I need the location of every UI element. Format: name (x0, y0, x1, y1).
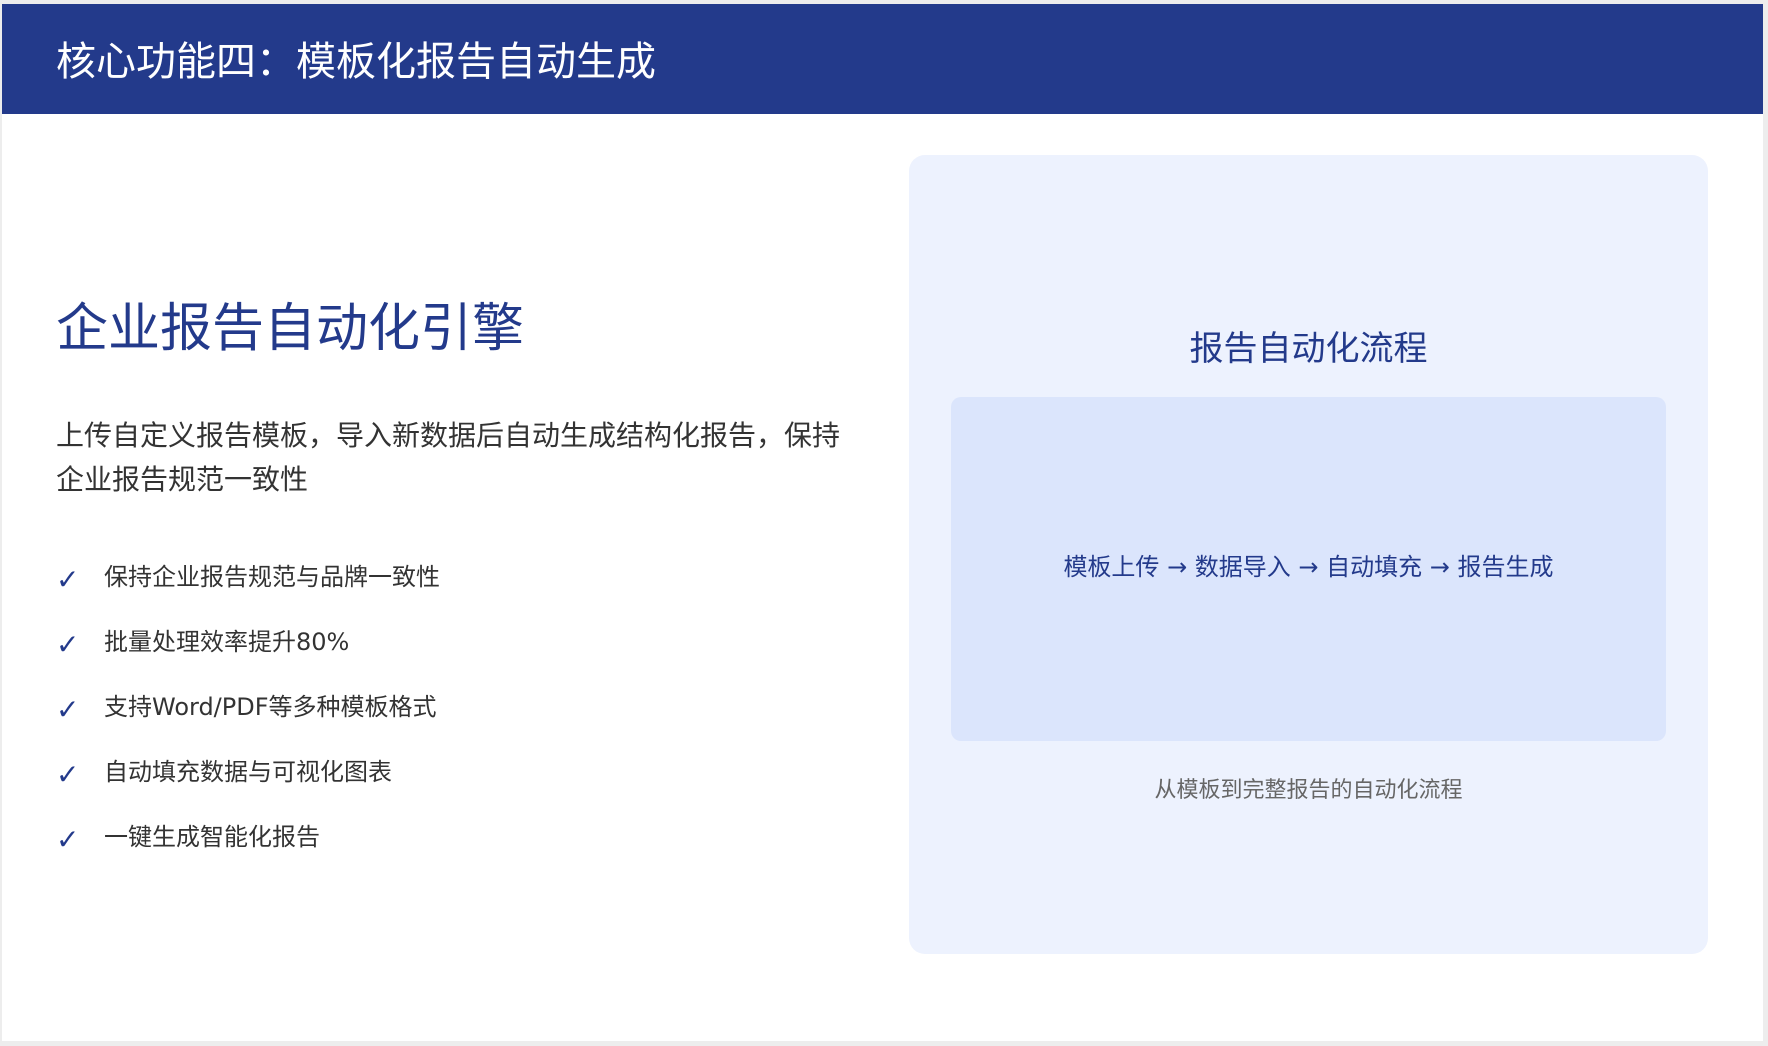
feature-text: 自动填充数据与可视化图表 (104, 757, 392, 786)
feature-list: ✓ 保持企业报告规范与品牌一致性 ✓ 批量处理效率提升80% ✓ 支持Word/… (56, 544, 440, 869)
header-title: 核心功能四：模板化报告自动生成 (56, 39, 656, 85)
flow-diagram-box: 模板上传 → 数据导入 → 自动填充 → 报告生成 (951, 397, 1666, 741)
feature-item: ✓ 批量处理效率提升80% (56, 609, 440, 674)
feature-text: 一键生成智能化报告 (104, 822, 320, 851)
workflow-panel: 报告自动化流程 模板上传 → 数据导入 → 自动填充 → 报告生成 从模板到完整… (909, 155, 1708, 954)
feature-text: 保持企业报告规范与品牌一致性 (104, 562, 440, 591)
feature-text: 支持Word/PDF等多种模板格式 (104, 692, 437, 721)
description: 上传自定义报告模板，导入新数据后自动生成结构化报告，保持企业报告规范一致性 (56, 419, 841, 496)
panel-caption: 从模板到完整报告的自动化流程 (1154, 778, 1463, 803)
feature-text: 批量处理效率提升80% (104, 627, 350, 656)
check-icon: ✓ (56, 822, 80, 856)
check-icon: ✓ (56, 562, 80, 596)
panel-title: 报告自动化流程 (1189, 329, 1428, 369)
check-icon: ✓ (56, 757, 80, 791)
feature-item: ✓ 保持企业报告规范与品牌一致性 (56, 544, 440, 609)
main-heading: 企业报告自动化引擎 (56, 299, 525, 359)
flow-steps: 模板上传 → 数据导入 → 自动填充 → 报告生成 (1063, 553, 1554, 581)
check-icon: ✓ (56, 692, 80, 726)
check-icon: ✓ (56, 627, 80, 661)
feature-item: ✓ 支持Word/PDF等多种模板格式 (56, 674, 440, 739)
feature-item: ✓ 自动填充数据与可视化图表 (56, 739, 440, 804)
slide: 核心功能四：模板化报告自动生成 企业报告自动化引擎 上传自定义报告模板，导入新数… (2, 4, 1763, 1041)
feature-item: ✓ 一键生成智能化报告 (56, 804, 440, 869)
header-bar: 核心功能四：模板化报告自动生成 (2, 4, 1763, 114)
